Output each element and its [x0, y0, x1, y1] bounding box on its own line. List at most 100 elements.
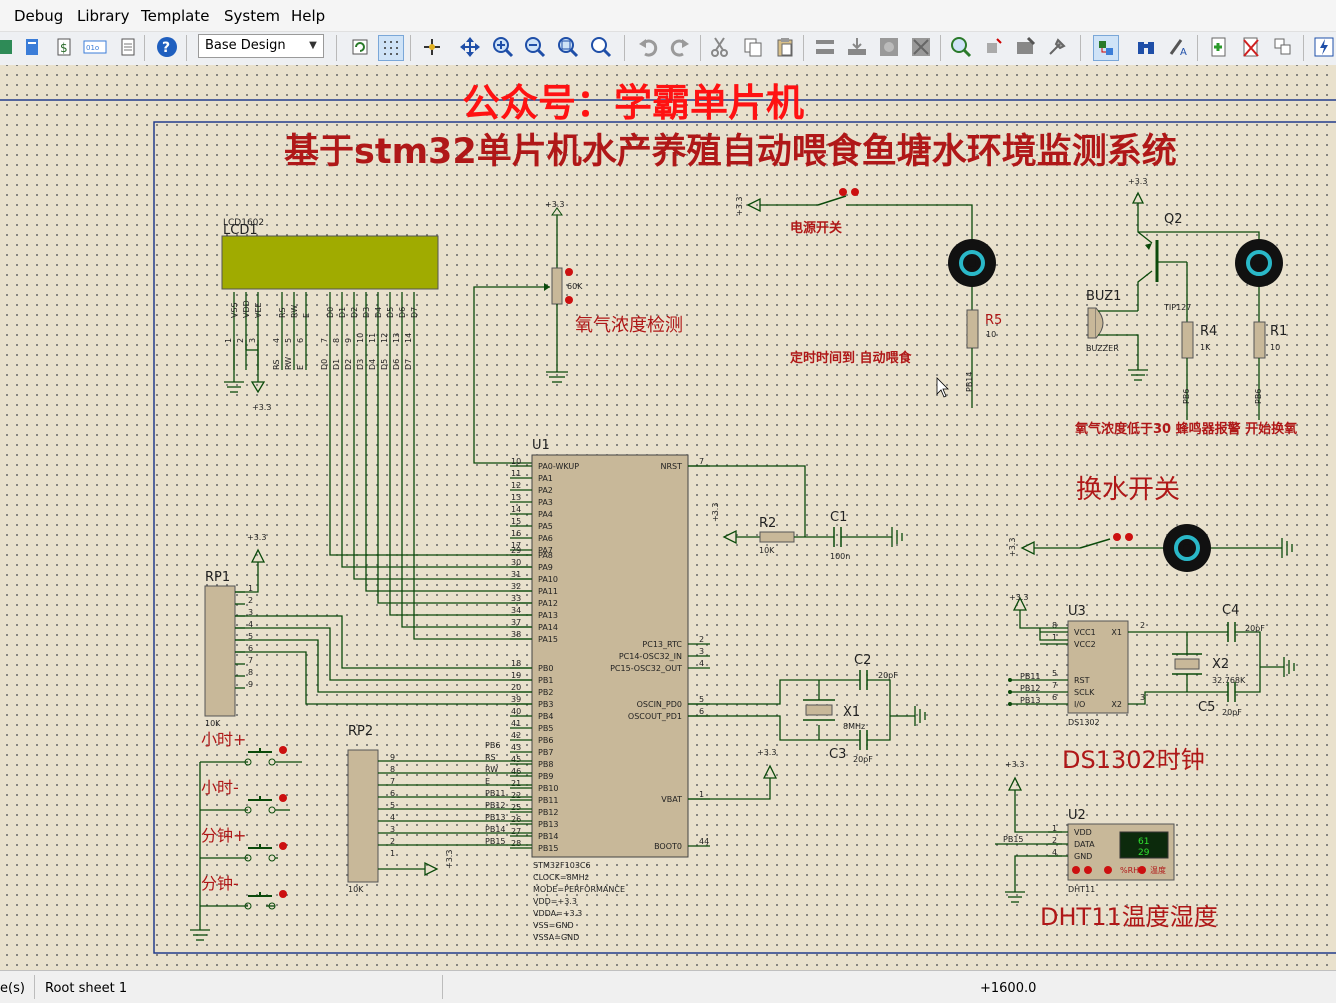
oxygen-pot[interactable]: +3.3 60K [473, 200, 583, 464]
u3-net-dot [1008, 690, 1012, 694]
mcu-pin-name: NRST [660, 462, 682, 471]
mcu-pin-name: PA2 [538, 486, 553, 495]
mcu-pin-name: PA1 [538, 474, 553, 483]
search-tag-icon[interactable] [1134, 35, 1158, 59]
mcu-pin-num: 27 [511, 827, 521, 836]
binary-icon[interactable]: 01o [83, 35, 107, 59]
u3-net-dot [1008, 702, 1012, 706]
toolbar-separator [186, 35, 187, 61]
mcu-pin-num: 10 [511, 457, 521, 466]
mcu-pin-num: 46 [511, 767, 521, 776]
button-label: 小时+ [201, 730, 246, 749]
menu-template[interactable]: Template [141, 7, 209, 25]
mcu-prop: VDDA=+3.3 [533, 909, 582, 918]
copy-icon[interactable] [741, 35, 765, 59]
u3-pin-name: VCC2 [1074, 640, 1096, 649]
zoom-out-icon[interactable] [523, 35, 547, 59]
water-switch[interactable]: +3.3 [1008, 524, 1293, 572]
svg-text:01o: 01o [86, 44, 99, 52]
remove-sheet-icon[interactable] [1239, 35, 1263, 59]
toolbar-separator [940, 35, 941, 61]
lcd-pin-num: 4 [272, 338, 281, 343]
mcu-pin-name: PA4 [538, 510, 553, 519]
undo-icon[interactable] [636, 35, 660, 59]
dollar-icon[interactable]: $ [52, 35, 76, 59]
feed-label: 定时时间到 自动喂食 [789, 350, 913, 366]
mcu-pin-name: PA9 [538, 563, 553, 572]
lcd-power-wires [224, 340, 266, 394]
origin-icon[interactable] [420, 35, 444, 59]
power-switch[interactable]: +3.3 [735, 188, 973, 240]
mcu-pin-num: 16 [511, 529, 521, 538]
toolbar-separator [144, 35, 145, 61]
mcu-prop: VSSA=GND [533, 933, 579, 942]
mcu-pin-num: 5 [699, 695, 704, 704]
document-icon[interactable] [116, 35, 140, 59]
paste-icon[interactable] [773, 35, 797, 59]
mcu-pin-name: PB6 [538, 736, 553, 745]
wire-autorouter-icon[interactable] [1093, 35, 1119, 61]
component-mode-icon[interactable] [0, 35, 18, 59]
block-move-icon[interactable] [845, 35, 869, 59]
status-sheet[interactable]: Root sheet 1 [45, 981, 127, 996]
x2-value: 32.768K [1212, 676, 1246, 685]
new-sheet-icon[interactable] [1207, 35, 1231, 59]
menu-library[interactable]: Library [77, 7, 129, 25]
mcu-pin-num: 28 [511, 839, 521, 848]
rp2-ref: RP2 [348, 724, 373, 739]
refresh-icon[interactable] [348, 35, 372, 59]
zoom-all-icon[interactable] [556, 35, 580, 59]
package-icon[interactable] [1013, 35, 1037, 59]
redo-icon[interactable] [668, 35, 692, 59]
mcu-pin-name: PA14 [538, 623, 558, 632]
reset-circuit[interactable]: +3.3 [688, 465, 903, 547]
c1-value: 100n [830, 552, 850, 561]
menu-help[interactable]: Help [291, 7, 325, 25]
schematic-canvas[interactable]: 公众号：学霸单片机 基于stm32单片机水产养殖自动喂食鱼塘水环境监测系统 LC… [0, 65, 1336, 970]
cut-icon[interactable] [708, 35, 732, 59]
flash-icon[interactable] [1312, 35, 1336, 59]
r2-ref: R2 [759, 516, 776, 531]
mcu-pin-name: PA11 [538, 587, 558, 596]
decompose-icon[interactable] [1045, 35, 1069, 59]
block-rotate-icon[interactable] [877, 35, 901, 59]
zoom-in-icon[interactable] [491, 35, 515, 59]
rp2-pins: 987654321 [390, 753, 395, 858]
grid-icon[interactable] [378, 35, 404, 61]
mcu-pin-num: 40 [511, 707, 521, 716]
help-icon[interactable]: ? [155, 35, 179, 59]
mcu-component[interactable]: U1 10PA0-WKUP11PA112PA213PA314PA415PA516… [510, 438, 710, 942]
block-delete-icon[interactable] [909, 35, 933, 59]
crystal-x1[interactable] [688, 670, 926, 750]
svg-text:A: A [1180, 47, 1187, 58]
zoom-area-icon[interactable] [589, 35, 613, 59]
bom-icon[interactable] [20, 35, 44, 59]
exit-to-parent-icon[interactable] [1271, 35, 1295, 59]
lcd-pin-name: VSS [230, 302, 239, 318]
mcu-pin-num: 30 [511, 558, 521, 567]
menu-system[interactable]: System [224, 7, 280, 25]
rp1-component[interactable]: RP1 10K 123456789 +3.3 [204, 533, 266, 728]
layer-select[interactable]: Base Design ▼ [198, 34, 324, 58]
lcd-component[interactable]: LCD1602 LCD1 VSS1VDD2VEE3RS4RSRW5RWE6ED0… [221, 218, 439, 370]
menu-debug[interactable]: Debug [14, 7, 63, 25]
power-switch-label: 电源开关 [790, 220, 842, 236]
lcd-pins: VSS1VDD2VEE3RS4RSRW5RWE6ED07D0D18D1D29D2… [224, 292, 419, 370]
lcd-pin-num: 11 [368, 333, 377, 343]
mcu-pin-name: PB8 [538, 760, 553, 769]
mcu-pin-num: 41 [511, 719, 521, 728]
mcu-pin-name: PB2 [538, 688, 553, 697]
pick-device-icon[interactable] [949, 35, 973, 59]
property-assignment-icon[interactable]: A [1167, 35, 1191, 59]
pan-icon[interactable] [458, 35, 482, 59]
lcd-net-label: D3 [356, 359, 365, 370]
layer-select-value: Base Design [205, 38, 286, 53]
mcu-pin-num: 6 [699, 707, 704, 716]
make-device-icon[interactable] [981, 35, 1005, 59]
r2-value: 10K [759, 546, 775, 555]
ds1302-component[interactable]: U3 DS1302 VCC1VCC2RSTSCLKI/OX1X28157623P… [1008, 593, 1295, 727]
dht11-component[interactable]: U2 DHT11 VDD1DATA2GND4 61 29 %RH 温度 +3.3… [995, 760, 1175, 903]
mcu-pin-name: PA5 [538, 522, 553, 531]
block-copy-icon[interactable] [813, 35, 837, 59]
u3-net-label: PB13 [1020, 696, 1041, 705]
